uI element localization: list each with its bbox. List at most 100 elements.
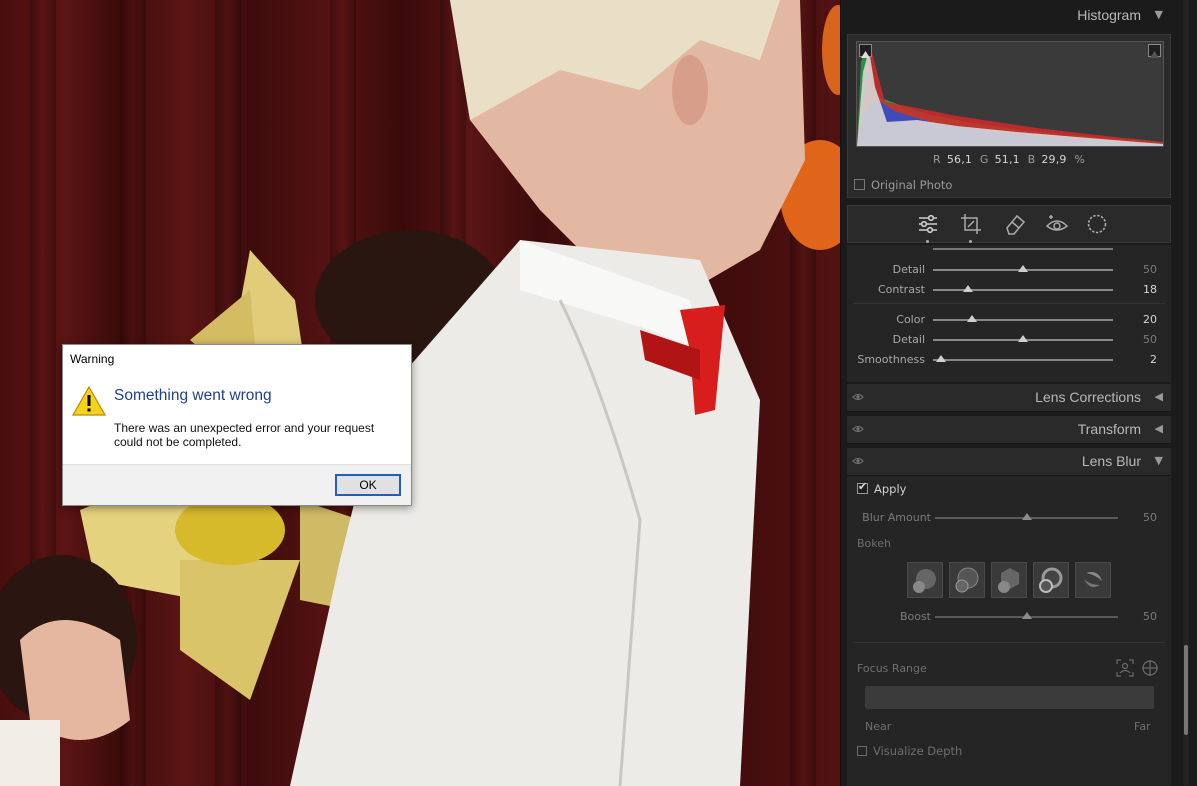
crop-icon[interactable]: [959, 212, 983, 243]
slider-label: Smoothness: [857, 353, 925, 366]
warning-icon: [72, 385, 106, 416]
collapse-triangle-icon[interactable]: ▼: [1155, 454, 1163, 467]
slider-knob[interactable]: [1018, 265, 1028, 272]
subject-focus-icon[interactable]: [1116, 659, 1134, 677]
expand-triangle-icon[interactable]: ◀: [1155, 422, 1163, 435]
r-label: R: [933, 153, 941, 166]
dialog-heading: Something went wrong: [114, 387, 272, 404]
masking-icon[interactable]: [1085, 212, 1109, 236]
slider-value[interactable]: 50: [1143, 511, 1157, 524]
develop-right-panel: Histogram ▼ R 56,1 G 51,1 B 29,9 % Origin: [840, 0, 1197, 786]
slider-label: Contrast: [877, 283, 925, 296]
highlight-clipping-icon[interactable]: [1148, 44, 1161, 58]
slider-track[interactable]: [933, 359, 1113, 361]
visualize-depth-checkbox[interactable]: [857, 746, 867, 756]
warning-dialog: Warning Something went wrong There was a…: [62, 344, 412, 506]
lens-corrections-title: Lens Corrections: [1035, 389, 1141, 405]
blur-amount-slider[interactable]: Blur Amount 50: [847, 510, 1171, 526]
b-label: B: [1027, 153, 1036, 166]
histogram-box: R 56,1 G 51,1 B 29,9 % Original Photo: [847, 34, 1171, 198]
point-focus-icon[interactable]: [1141, 659, 1159, 677]
dialog-footer: OK: [63, 464, 411, 505]
bokeh-ring-icon[interactable]: [1033, 562, 1069, 598]
panel-scrollbar[interactable]: [1183, 0, 1189, 786]
slider-knob[interactable]: [967, 315, 977, 322]
g-value: 51,1: [994, 153, 1020, 166]
visibility-eye-icon[interactable]: [852, 391, 864, 403]
b-value: 29,9: [1041, 153, 1067, 166]
dialog-message: There was an unexpected error and your r…: [114, 421, 375, 449]
smoothness-slider[interactable]: Smoothness 2: [847, 352, 1171, 368]
dialog-title: Warning: [70, 352, 115, 366]
detail-slider[interactable]: Detail 50: [847, 262, 1171, 278]
lens-blur-header[interactable]: Lens Blur ▼: [847, 448, 1171, 476]
slider-value[interactable]: 50: [1143, 610, 1157, 623]
original-photo-toggle[interactable]: Original Photo: [854, 178, 952, 192]
visibility-eye-icon[interactable]: [852, 423, 864, 435]
slider-label: Boost: [899, 610, 931, 623]
slider-knob[interactable]: [1022, 612, 1032, 619]
visibility-eye-icon[interactable]: [852, 455, 864, 467]
slider-track[interactable]: [933, 319, 1113, 321]
contrast-slider[interactable]: Contrast 18: [847, 282, 1171, 298]
divider: [853, 303, 1165, 304]
boost-slider[interactable]: Boost 50: [847, 609, 1171, 625]
bokeh-bubble-icon[interactable]: [949, 562, 985, 598]
g-label: G: [979, 153, 989, 166]
expand-triangle-icon[interactable]: ◀: [1155, 390, 1163, 403]
tool-strip: [847, 205, 1171, 243]
edit-sliders-icon[interactable]: [916, 212, 940, 243]
detail-noise-reduction: Detail 50 Contrast 18 Color 20 Detail 50…: [847, 245, 1171, 382]
histogram-curves: [857, 47, 1163, 146]
slider-value[interactable]: 18: [1143, 283, 1157, 296]
rgb-readout: R 56,1 G 51,1 B 29,9 %: [848, 153, 1170, 166]
focus-range-label: Focus Range: [857, 662, 927, 675]
bokeh-circle-icon[interactable]: [907, 562, 943, 598]
slider-knob[interactable]: [1022, 513, 1032, 520]
far-label: Far: [1134, 720, 1151, 733]
apply-checkbox[interactable]: [857, 480, 868, 494]
lens-blur-panel: Apply Blur Amount 50 Bokeh Boost 50: [847, 476, 1171, 786]
divider: [853, 642, 1165, 643]
shadow-clipping-icon[interactable]: [859, 44, 872, 58]
apply-toggle[interactable]: Apply: [857, 480, 906, 496]
original-photo-label: Original Photo: [871, 178, 953, 192]
visualize-depth-toggle[interactable]: Visualize Depth: [857, 744, 962, 758]
slider-label: Color: [896, 313, 925, 326]
slider-label: Detail: [892, 263, 925, 276]
slider-value[interactable]: 2: [1150, 353, 1157, 366]
original-photo-checkbox[interactable]: [854, 179, 865, 190]
scrollbar-thumb[interactable]: [1184, 645, 1188, 735]
focus-range-bar[interactable]: [865, 686, 1154, 709]
slider-knob[interactable]: [936, 355, 946, 362]
histogram-title: Histogram: [1077, 7, 1141, 23]
bokeh-cateye-icon[interactable]: [1075, 562, 1111, 598]
slider-track[interactable]: [933, 289, 1113, 291]
color-detail-slider[interactable]: Detail 50: [847, 332, 1171, 348]
near-label: Near: [865, 720, 892, 733]
slider-label: Detail: [892, 333, 925, 346]
slider-value[interactable]: 50: [1143, 263, 1157, 276]
slider-knob[interactable]: [1018, 335, 1028, 342]
r-value: 56,1: [946, 153, 973, 166]
visualize-depth-label: Visualize Depth: [873, 744, 963, 758]
color-slider[interactable]: Color 20: [847, 312, 1171, 328]
slider-value[interactable]: 20: [1143, 313, 1157, 326]
healing-eraser-icon[interactable]: [1003, 212, 1027, 236]
clipped-slider-row: [847, 243, 1171, 251]
slider-knob[interactable]: [963, 285, 973, 292]
bokeh-label: Bokeh: [857, 537, 891, 550]
collapse-triangle-icon[interactable]: ▼: [1155, 8, 1163, 21]
transform-title: Transform: [1077, 421, 1141, 437]
histogram-header[interactable]: Histogram ▼: [847, 2, 1171, 30]
ok-button[interactable]: OK: [335, 474, 401, 496]
slider-value[interactable]: 50: [1143, 333, 1157, 346]
unit-label: %: [1074, 153, 1085, 166]
red-eye-icon[interactable]: [1045, 212, 1069, 236]
lens-corrections-header[interactable]: Lens Corrections ◀: [847, 384, 1171, 412]
bokeh-blade-icon[interactable]: [991, 562, 1027, 598]
histogram-plot[interactable]: [856, 41, 1164, 147]
slider-label: Blur Amount: [862, 511, 931, 524]
lens-blur-title: Lens Blur: [1081, 453, 1141, 469]
transform-header[interactable]: Transform ◀: [847, 416, 1171, 444]
